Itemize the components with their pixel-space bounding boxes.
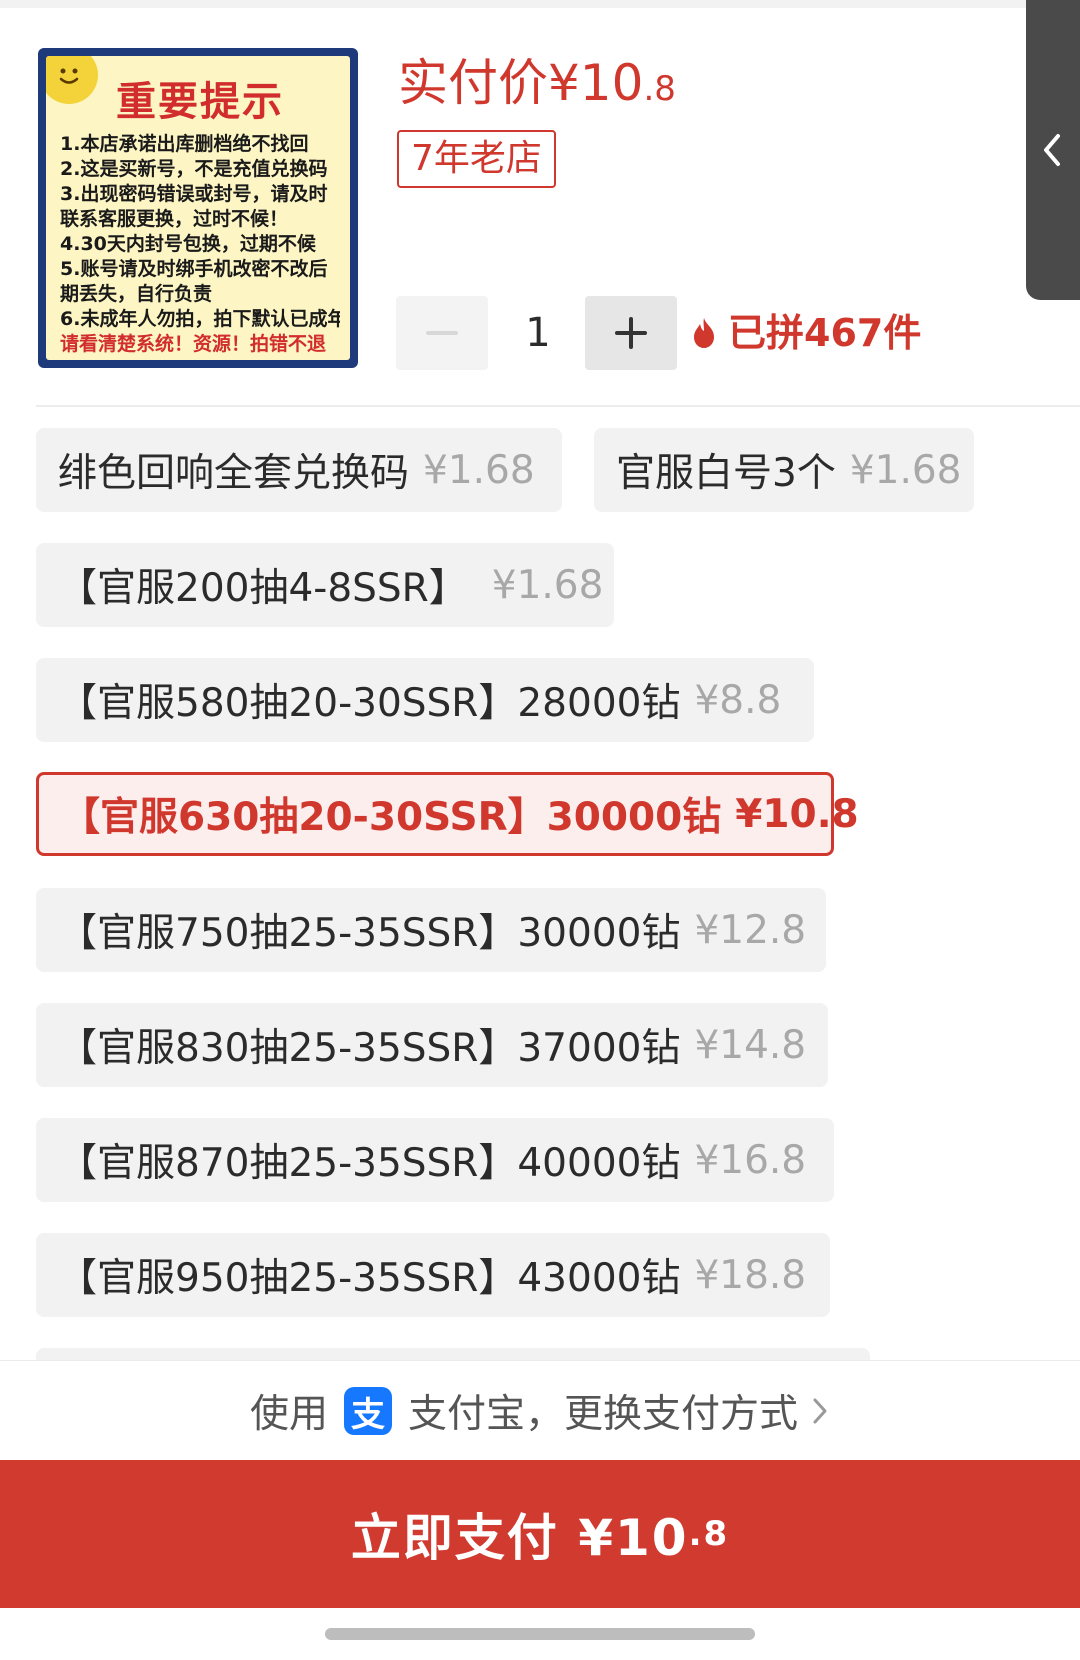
sku-option[interactable]: 【官服830抽25-35SSR】37000钻 ¥14.8	[36, 1003, 828, 1087]
sku-option-price: ¥14.8	[694, 1022, 807, 1068]
chevron-left-icon	[1044, 134, 1060, 166]
sku-option-label: 【官服580抽20-30SSR】28000钻	[58, 681, 681, 726]
sku-option-price: ¥18.8	[694, 1252, 807, 1298]
sku-option-label: 【官服870抽25-35SSR】40000钻	[58, 1141, 681, 1186]
sku-option-label: 绯色回响全套兑换码	[58, 451, 410, 496]
payment-method-row[interactable]: 使用 支 支付宝，更换支付方式	[0, 1360, 1080, 1461]
payment-use-label: 使用	[249, 1392, 328, 1437]
sku-option-price: ¥8.8	[694, 677, 782, 723]
notice-line: 4.30天内封号包换，过期不候	[60, 233, 316, 255]
chevron-right-icon	[813, 1398, 827, 1424]
sku-option-label: 官服白号3个	[616, 451, 836, 496]
top-strip	[0, 0, 1080, 8]
notice-line: 2.这是买新号，不是充值兑换码	[60, 158, 328, 180]
sku-option-label: 【官服950抽25-35SSR】43000钻	[58, 1256, 681, 1301]
notice-line: 期丢失，自行负责	[60, 283, 213, 305]
sku-option-label: 【官服750抽25-35SSR】30000钻	[58, 911, 681, 956]
pay-now-button[interactable]: 立即支付 ¥10.8	[0, 1460, 1080, 1608]
notice-line: 5.账号请及时绑手机改密不改后	[60, 258, 328, 280]
sku-option-price: ¥16.8	[694, 1137, 807, 1183]
sku-option-price: ¥1.68	[491, 562, 604, 608]
shop-age-badge: 7年老店	[397, 130, 556, 188]
notice-footer: 请看清楚系统！资源！拍错不退	[60, 333, 327, 355]
notice-line: 联系客服更换，过时不候！	[60, 208, 289, 230]
quantity-decrement-button[interactable]	[396, 296, 488, 370]
price-main: 实付价¥10	[398, 54, 644, 112]
notice-line: 6.未成年人勿拍，拍下默认已成年	[60, 308, 340, 330]
sku-option[interactable]: 【官服580抽20-30SSR】28000钻 ¥8.8	[36, 658, 814, 742]
sku-option[interactable]: 【官服750抽25-35SSR】30000钻 ¥12.8	[36, 888, 826, 972]
product-thumbnail[interactable]: 重要提示 1.本店承诺出库删档绝不找回 2.这是买新号，不是充值兑换码 3.出现…	[38, 48, 358, 368]
home-indicator[interactable]	[325, 1628, 755, 1640]
sold-count: 已拼467件	[690, 300, 921, 366]
sold-count-text: 已拼467件	[728, 311, 922, 355]
notice-line: 3.出现密码错误或封号，请及时	[60, 183, 328, 205]
notice-line: 1.本店承诺出库删档绝不找回	[60, 133, 309, 155]
sku-option-selected[interactable]: 【官服630抽20-30SSR】30000钻 ¥10.8	[36, 772, 859, 856]
collapse-panel-tab[interactable]	[1026, 0, 1080, 300]
sku-option-price: ¥1.68	[849, 447, 962, 493]
thumbnail-notice-card: 重要提示 1.本店承诺出库删档绝不找回 2.这是买新号，不是充值兑换码 3.出现…	[46, 56, 350, 360]
sku-option-price: ¥10.8	[735, 791, 859, 837]
pay-button-decimal: .8	[688, 1514, 730, 1554]
price-display: 实付价¥10.8	[398, 50, 676, 122]
sku-option[interactable]: 【官服950抽25-35SSR】43000钻 ¥18.8	[36, 1233, 830, 1317]
sku-option[interactable]: 【官服870抽25-35SSR】40000钻 ¥16.8	[36, 1118, 834, 1202]
quantity-value[interactable]: 1	[508, 296, 568, 370]
sku-option-label: 【官服200抽4-8SSR】	[58, 566, 468, 611]
thumbnail-title: 重要提示	[116, 79, 284, 125]
sku-option[interactable]: 官服白号3个 ¥1.68	[594, 428, 974, 512]
minus-icon	[426, 331, 458, 335]
sku-option[interactable]: 【官服200抽4-8SSR】 ¥1.68	[36, 543, 614, 627]
sku-option-label: 【官服830抽25-35SSR】37000钻	[58, 1026, 681, 1071]
payment-method-text: 支付宝，更换支付方式	[408, 1392, 799, 1437]
sku-option-price: ¥1.68	[423, 447, 535, 493]
flame-icon	[694, 318, 714, 348]
divider	[36, 405, 1080, 407]
sku-option[interactable]: 绯色回响全套兑换码 ¥1.68	[36, 428, 562, 512]
plus-icon	[615, 317, 647, 349]
quantity-increment-button[interactable]	[585, 296, 677, 370]
pay-button-label: 立即支付 ¥10	[350, 1509, 689, 1567]
price-decimal: .8	[643, 69, 676, 109]
sku-option-label: 【官服630抽20-30SSR】30000钻	[61, 795, 722, 840]
alipay-icon: 支	[344, 1387, 392, 1435]
thumbnail-notice-lines: 1.本店承诺出库删档绝不找回 2.这是买新号，不是充值兑换码 3.出现密码错误或…	[60, 132, 340, 357]
sku-option-price: ¥12.8	[694, 907, 807, 953]
